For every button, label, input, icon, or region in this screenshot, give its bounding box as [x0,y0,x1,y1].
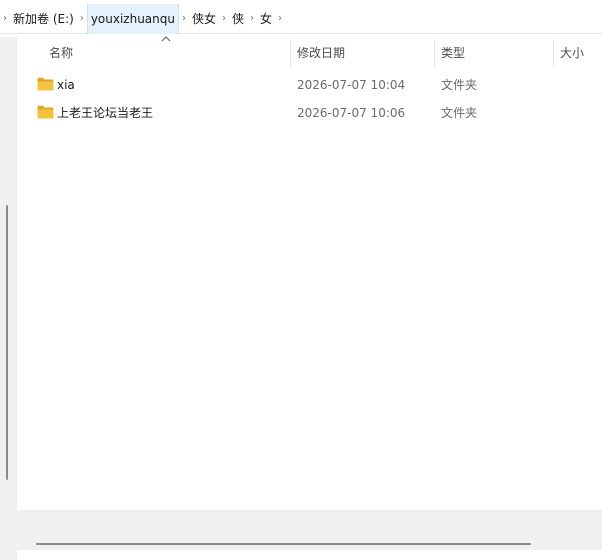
file-date: 2026-07-07 10:06 [297,106,406,120]
folder-icon [37,105,54,119]
horizontal-scroll-thumb[interactable] [36,543,531,545]
chevron-right-icon[interactable]: › [247,4,257,34]
navigation-pane-scrollbar[interactable] [0,37,17,560]
navigation-pane-scroll-thumb[interactable] [6,205,8,480]
chevron-right-icon[interactable]: › [219,4,229,34]
file-name[interactable]: 上老王论坛当老王 [57,99,153,127]
breadcrumb-item-nv[interactable]: 女 [257,4,275,34]
chevron-right-icon[interactable]: › [179,4,189,34]
file-name[interactable]: xia [57,71,75,99]
column-header: 名称 修改日期 类型 大小 [17,37,602,69]
file-date: 2026-07-07 10:04 [297,78,406,92]
horizontal-scrollbar[interactable] [17,510,602,550]
address-bar[interactable]: › 新加卷 (E:) › youxizhuanqu › 侠女 › 侠 › 女 › [0,4,602,34]
file-type: 文件夹 [441,106,478,120]
breadcrumb-item-youxizhuanqu[interactable]: youxizhuanqu [86,4,179,34]
list-item[interactable]: 上老王论坛当老王 2026-07-07 10:06 文件夹 [17,99,602,127]
folder-icon [37,77,54,91]
column-header-name[interactable]: 名称 [49,37,73,69]
breadcrumb-item-drive[interactable]: 新加卷 (E:) [10,4,77,34]
column-header-size[interactable]: 大小 [560,37,584,69]
column-divider[interactable] [290,39,291,67]
column-header-type[interactable]: 类型 [441,37,465,69]
list-item[interactable]: xia 2026-07-07 10:04 文件夹 [17,71,602,99]
column-divider[interactable] [553,39,554,67]
breadcrumb-item-xia[interactable]: 侠 [229,4,247,34]
chevron-right-icon[interactable]: › [0,4,10,34]
column-header-date[interactable]: 修改日期 [297,37,345,69]
breadcrumb-item-xianv[interactable]: 侠女 [189,4,219,34]
chevron-right-icon[interactable]: › [77,4,87,34]
column-divider[interactable] [434,39,435,67]
breadcrumb: › 新加卷 (E:) › youxizhuanqu › 侠女 › 侠 › 女 › [0,4,285,34]
file-type: 文件夹 [441,78,478,92]
chevron-right-icon[interactable]: › [275,4,285,34]
sort-ascending-icon [161,36,171,42]
